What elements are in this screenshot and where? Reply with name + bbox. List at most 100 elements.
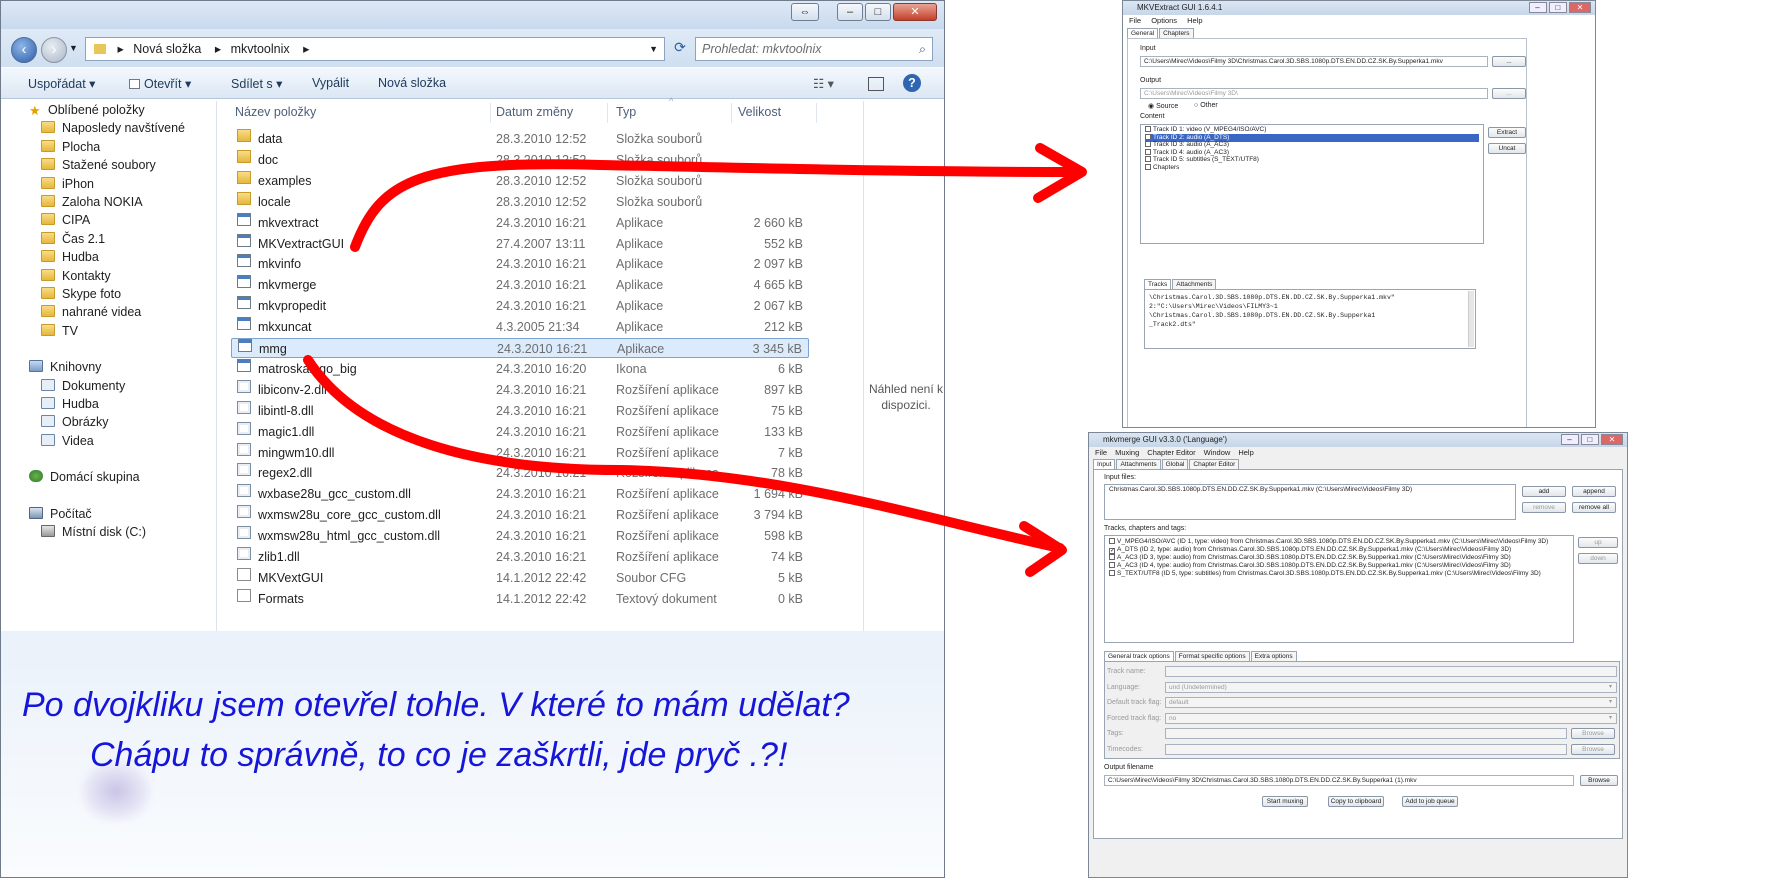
dropdown-arrow-icon[interactable]: ▾ [1609, 683, 1612, 690]
track-checkbox[interactable] [1145, 148, 1151, 155]
sidebar-item-favorite[interactable]: Stažené soubory [41, 156, 156, 174]
output-path-field[interactable]: C:\Users\Mirec\Videos\Filmy 3D\ [1140, 88, 1488, 99]
tab-general[interactable]: General [1127, 28, 1159, 38]
extract-button[interactable]: Extract [1488, 127, 1526, 138]
track-item[interactable]: V_MPEG4/ISO/AVC (ID 1, type: video) from… [1109, 538, 1548, 546]
address-dropdown-icon[interactable]: ▼ [649, 38, 658, 60]
track-option-tab[interactable]: General track options [1104, 651, 1174, 661]
column-date[interactable]: Datum změny [496, 105, 573, 119]
radio-source[interactable]: ◉ Source [1148, 102, 1178, 110]
tab-global[interactable]: Global [1161, 459, 1189, 469]
field-browse-button[interactable]: Browse [1571, 743, 1615, 755]
breadcrumb-item[interactable]: Nová složka [133, 42, 201, 56]
file-row[interactable]: mingwm10.dll 24.3.2010 16:21 Rozšíření apl… [231, 442, 809, 463]
track-checkbox[interactable] [1109, 570, 1115, 576]
search-icon[interactable]: ⌕ [919, 38, 926, 60]
window-controls[interactable]: – □ ✕ [1560, 434, 1623, 445]
field-input[interactable]: und (Undetermined) [1165, 681, 1617, 693]
content-track-list[interactable]: Track ID 1: video (V_MPEG4/ISO/AVC) Track… [1140, 124, 1484, 244]
favorites-item[interactable]: ★ Oblíbené položky [29, 101, 145, 119]
field-input[interactable] [1165, 666, 1617, 677]
field-input[interactable]: default [1165, 697, 1617, 708]
breadcrumb-chevron-icon[interactable]: ▸ [303, 42, 309, 56]
file-row[interactable]: zlib1.dll 24.3.2010 16:21 Rozšíření aplika… [231, 547, 809, 567]
sidebar-item-favorite[interactable]: Kontakty [41, 267, 111, 285]
address-bar[interactable]: ▸ Nová složka ▸ mkvtoolnix ▸ ▼ [85, 37, 665, 61]
uncat-button[interactable]: Uncat [1488, 143, 1526, 154]
content-track-item[interactable]: Chapters [1145, 163, 1179, 172]
file-row[interactable]: wxbase28u_gcc_custom.dll 24.3.2010 16:21 R… [231, 484, 809, 504]
track-option-tab[interactable]: Format specific options [1174, 651, 1250, 661]
maximize-button[interactable]: □ [865, 3, 891, 21]
sidebar-item-favorite[interactable]: Zaloha NOKIA [41, 193, 143, 211]
file-row[interactable]: mkvmerge 24.3.2010 16:21 Aplikace 4 665 kB [231, 275, 809, 295]
output-filename-field[interactable]: C:\Users\Mirec\Videos\Filmy 3D\Christmas… [1104, 775, 1574, 786]
breadcrumb-chevron-icon[interactable]: ▸ [215, 42, 221, 56]
file-row[interactable]: mkxuncat 4.3.2005 21:34 Aplikace 212 kB [231, 317, 809, 337]
menu-item[interactable]: Window [1204, 448, 1231, 457]
file-row[interactable]: MKVextractGUI 27.4.2007 13:11 Aplikace 552 … [231, 233, 809, 254]
field-browse-button[interactable]: Browse [1571, 728, 1615, 739]
add-to-job-queue-button[interactable]: Add to job queue [1402, 796, 1458, 807]
sidebar-item-favorite[interactable]: Čas 2.1 [41, 230, 105, 248]
file-row[interactable]: data 28.3.2010 12:52 Složka souborů [231, 129, 809, 149]
input-path-field[interactable]: C:\Users\Mirec\Videos\Filmy 3D\Christmas… [1140, 56, 1488, 67]
file-row[interactable]: regex2.dll 24.3.2010 16:21 Rozšíření aplik… [231, 463, 809, 483]
track-checkbox[interactable] [1145, 133, 1151, 140]
menu-file[interactable]: File [1129, 16, 1141, 25]
libraries-item[interactable]: Knihovny [29, 358, 101, 376]
file-row[interactable]: wxmsw28u_html_gcc_custom.dll 24.3.2010 16… [231, 526, 809, 546]
remove-button[interactable]: remove [1522, 502, 1566, 513]
file-row[interactable]: mkvinfo 24.3.2010 16:21 Aplikace 2 097 kB [231, 254, 809, 274]
refresh-button[interactable]: ⟳ [669, 39, 691, 59]
history-dropdown-icon[interactable]: ▼ [69, 43, 78, 53]
file-row[interactable]: matroskalogo_big 24.3.2010 16:20 Ikona 6 kB [231, 358, 809, 379]
track-checkbox[interactable] [1109, 554, 1115, 560]
menu-item[interactable]: Muxing [1115, 448, 1139, 457]
tab-chapters[interactable]: Chapters [1159, 28, 1194, 38]
menu-item[interactable]: Chapter Editor [1147, 448, 1195, 457]
dropdown-arrow-icon[interactable]: ▾ [1609, 714, 1612, 721]
radio-other[interactable]: ○ Other [1194, 102, 1218, 109]
copy-to-clipboard-button[interactable]: Copy to clipboard [1328, 796, 1384, 807]
file-row[interactable]: magic1.dll 24.3.2010 16:21 Rozšíření aplik… [231, 421, 809, 442]
up-button[interactable]: up [1578, 537, 1618, 548]
sidebar-item-favorite[interactable]: CIPA [41, 211, 90, 229]
start-muxing-button[interactable]: Start muxing [1262, 796, 1308, 807]
remove-all-button[interactable]: remove all [1572, 502, 1616, 513]
file-row[interactable]: libiconv-2.dll 24.3.2010 16:21 Rozšíření a… [231, 379, 809, 400]
sidebar-item-library[interactable]: Dokumenty [41, 377, 125, 395]
file-row[interactable]: mkvextract 24.3.2010 16:21 Aplikace 2 660 k… [231, 212, 809, 233]
track-item[interactable]: S_TEXT/UTF8 (ID 5, type: subtitles) from… [1109, 570, 1541, 578]
sidebar-item-favorite[interactable]: Hudba [41, 248, 99, 266]
file-row[interactable]: mkvpropedit 24.3.2010 16:21 Aplikace 2 067 … [231, 296, 809, 316]
sidebar-item-favorite[interactable]: Plocha [41, 138, 100, 156]
close-button[interactable]: ✕ [893, 3, 937, 21]
field-input[interactable] [1165, 743, 1567, 755]
sidebar-item-favorite[interactable]: TV [41, 322, 78, 340]
column-size[interactable]: Velikost [738, 105, 781, 119]
input-files-list[interactable]: Christmas.Carol.3D.SBS.1080p.DTS.EN.DD.C… [1104, 484, 1516, 520]
tab-attachments[interactable]: Attachments [1172, 279, 1217, 289]
view-options-icon[interactable]: ☷ ▾ [813, 76, 834, 91]
dropdown-arrow-icon[interactable]: ▾ [1609, 698, 1612, 705]
file-row[interactable]: libintl-8.dll 24.3.2010 16:21 Rozšíření ap… [231, 400, 809, 421]
sidebar-item-library[interactable]: Obrázky [41, 413, 109, 431]
down-button[interactable]: down [1578, 553, 1618, 564]
menu-item[interactable]: Help [1238, 448, 1253, 457]
organize-button[interactable]: Uspořádat ▾ [28, 76, 95, 91]
track-option-tab[interactable]: Extra options [1250, 651, 1297, 661]
track-item[interactable]: ✓ A_DTS (ID 2, type: audio) from Christma… [1109, 546, 1511, 554]
track-item[interactable]: A_AC3 (ID 4, type: audio) from Christmas… [1109, 562, 1511, 570]
restore-icon[interactable]: ⇔ [791, 3, 819, 21]
sidebar-item-library[interactable]: Hudba [41, 395, 99, 413]
homegroup-item[interactable]: Domácí skupina [29, 468, 140, 486]
file-row[interactable]: wxmsw28u_core_gcc_custom.dll 24.3.2010 16… [231, 505, 809, 525]
help-icon[interactable]: ? [903, 74, 921, 92]
tab-attachments[interactable]: Attachments [1116, 459, 1161, 469]
minimize-button[interactable]: – [837, 3, 863, 21]
file-row[interactable]: Formats 14.1.2012 22:42 Textový dokument 0 … [231, 588, 809, 609]
file-row[interactable]: examples 28.3.2010 12:52 Složka souborů [231, 170, 809, 191]
search-input[interactable]: Prohledat: mkvtoolnix ⌕ [695, 37, 933, 61]
column-name[interactable]: Název položky [235, 105, 316, 119]
